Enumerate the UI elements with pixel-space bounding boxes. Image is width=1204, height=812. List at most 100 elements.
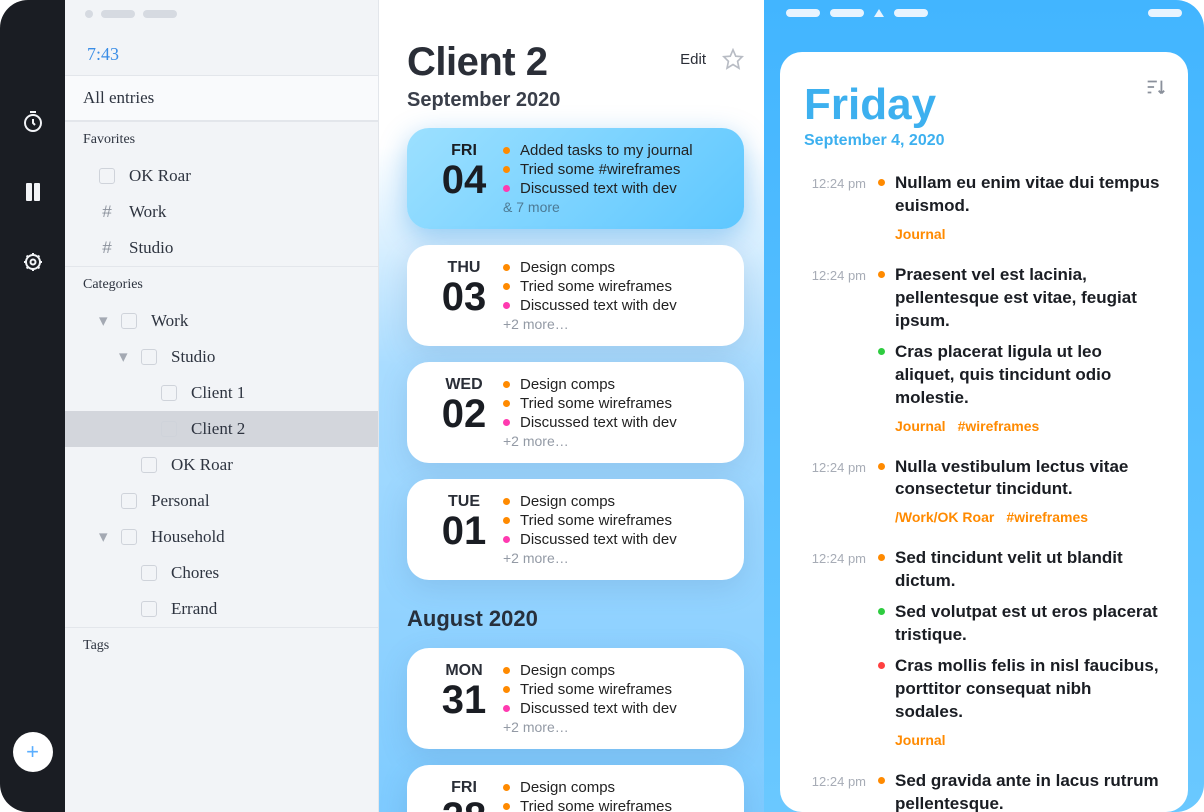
sidebar-section-tags: Tags (65, 627, 378, 664)
entry-line: Tried some #wireframes (503, 161, 726, 178)
entry-text: Discussed text with dev (520, 531, 677, 548)
bullet-icon (503, 283, 510, 290)
more-indicator: & 7 more (503, 199, 726, 215)
entry-text: Discussed text with dev (520, 700, 677, 717)
journal-icon[interactable] (21, 180, 45, 204)
detail-line: Sed gravida ante in lacus rutrum pellent… (878, 770, 1164, 812)
bullet-icon (503, 667, 510, 674)
day-card[interactable]: FRI04Added tasks to my journalTried some… (407, 128, 744, 229)
detail-entry[interactable]: 12:24 pmNulla vestibulum lectus vitae co… (804, 456, 1164, 526)
more-indicator: +2 more… (503, 719, 726, 735)
checkbox-icon (141, 565, 157, 581)
detail-entry[interactable]: 12:24 pmPraesent vel est lacinia, pellen… (804, 264, 1164, 434)
bullet-icon (503, 498, 510, 505)
sidebar-favorite-item[interactable]: #Studio (65, 230, 378, 266)
entry-line: Added tasks to my journal (503, 142, 726, 159)
bullet-icon (503, 302, 510, 309)
month-label: September 2020 (407, 89, 560, 112)
bullet-icon (503, 536, 510, 543)
detail-entry[interactable]: 12:24 pm Sed tincidunt velit ut blandit d… (804, 547, 1164, 748)
sidebar-category-item[interactable]: ▾ Household (65, 519, 378, 555)
more-indicator: +2 more… (503, 550, 726, 566)
entry-line: Design comps (503, 376, 726, 393)
page-title: Client 2 (407, 40, 560, 85)
bullet-icon (503, 166, 510, 173)
sidebar-item-label: Household (151, 527, 225, 547)
day-card[interactable]: FRI28Design compsTried some wireframesDi… (407, 765, 744, 812)
detail-entry[interactable]: 12:24 pmNullam eu enim vitae dui tempus … (804, 172, 1164, 242)
day-number: 04 (425, 160, 503, 200)
day-card[interactable]: TUE01Design compsTried some wireframesDi… (407, 479, 744, 580)
entry-text: Design comps (520, 493, 615, 510)
bullet-icon (878, 662, 885, 669)
sidebar-favorite-item[interactable]: OK Roar (65, 158, 378, 194)
bullet-icon (503, 400, 510, 407)
sidebar-category-item[interactable]: OK Roar (65, 447, 378, 483)
detail-text: Cras mollis felis in nisl faucibus, port… (895, 655, 1164, 724)
edit-button[interactable]: Edit (680, 51, 706, 68)
add-button[interactable]: + (13, 732, 53, 772)
sort-icon[interactable] (1144, 76, 1166, 98)
entry-line: Discussed text with dev (503, 414, 726, 431)
checkbox-icon (161, 385, 177, 401)
entry-text: Tried some #wireframes (520, 161, 680, 178)
detail-line: Sed tincidunt velit ut blandit dictum. (878, 547, 1164, 593)
entry-time: 12:24 pm (804, 770, 878, 812)
detail-line: Nulla vestibulum lectus vitae consectetu… (878, 456, 1164, 502)
entry-line: Design comps (503, 493, 726, 510)
gear-icon[interactable] (21, 250, 45, 274)
bullet-icon (878, 271, 885, 278)
sidebar-item-label: OK Roar (171, 455, 233, 475)
sidebar-category-item[interactable]: Client 2 (65, 411, 378, 447)
sidebar-category-item[interactable]: Client 1 (65, 375, 378, 411)
entry-text: Discussed text with dev (520, 414, 677, 431)
day-list-column: Client 2 September 2020 Edit FRI04Added … (379, 0, 764, 812)
sidebar-favorite-item[interactable]: #Work (65, 194, 378, 230)
entry-time: 12:24 pm (804, 264, 878, 434)
checkbox-icon (121, 493, 137, 509)
detail-text: Sed gravida ante in lacus rutrum pellent… (895, 770, 1164, 812)
sidebar-category-item[interactable]: Chores (65, 555, 378, 591)
checkbox-icon (141, 601, 157, 617)
bullet-icon (503, 419, 510, 426)
sidebar-category-item[interactable]: ▾Studio (65, 339, 378, 375)
chevron-down-icon: ▾ (99, 527, 113, 547)
checkbox-icon (141, 457, 157, 473)
detail-line: Cras mollis felis in nisl faucibus, port… (878, 655, 1164, 724)
detail-entry[interactable]: 12:24 pm Sed gravida ante in lacus rutrum… (804, 770, 1164, 812)
detail-text: Sed tincidunt velit ut blandit dictum. (895, 547, 1164, 593)
bullet-icon (503, 264, 510, 271)
entry-line: Tried some wireframes (503, 798, 726, 812)
status-bar-left (65, 0, 378, 28)
bullet-icon (878, 777, 885, 784)
sidebar-section-favorites: Favorites (65, 121, 378, 158)
more-indicator: +2 more… (503, 433, 726, 449)
entry-time: 12:24 pm (804, 547, 878, 748)
entry-line: Tried some wireframes (503, 681, 726, 698)
sidebar-all-entries[interactable]: All entries (65, 75, 378, 121)
sidebar-item-label: Client 2 (191, 419, 245, 439)
sidebar-category-item[interactable]: Errand (65, 591, 378, 627)
bullet-icon (878, 608, 885, 615)
more-indicator: +2 more… (503, 316, 726, 332)
sidebar-item-label: Chores (171, 563, 219, 583)
bullet-icon (878, 179, 885, 186)
clock: 7:43 (65, 28, 378, 75)
month-separator: August 2020 (407, 606, 744, 632)
day-card[interactable]: THU03Design compsTried some wireframesDi… (407, 245, 744, 346)
detail-line: Praesent vel est lacinia, pellentesque e… (878, 264, 1164, 333)
entry-text: Design comps (520, 376, 615, 393)
bullet-icon (878, 463, 885, 470)
entry-time: 12:24 pm (804, 456, 878, 526)
star-icon[interactable] (722, 48, 744, 70)
timer-icon[interactable] (21, 110, 45, 134)
sidebar-category-item[interactable]: Personal (65, 483, 378, 519)
entry-line: Design comps (503, 779, 726, 796)
day-card[interactable]: WED02Design compsTried some wireframesDi… (407, 362, 744, 463)
entry-time: 12:24 pm (804, 172, 878, 242)
sidebar-category-item[interactable]: ▾Work (65, 303, 378, 339)
detail-column: Friday September 4, 2020 12:24 pmNullam … (764, 0, 1204, 812)
day-card[interactable]: MON31Design compsTried some wireframesDi… (407, 648, 744, 749)
entry-text: Added tasks to my journal (520, 142, 693, 159)
detail-date: September 4, 2020 (804, 132, 1164, 150)
